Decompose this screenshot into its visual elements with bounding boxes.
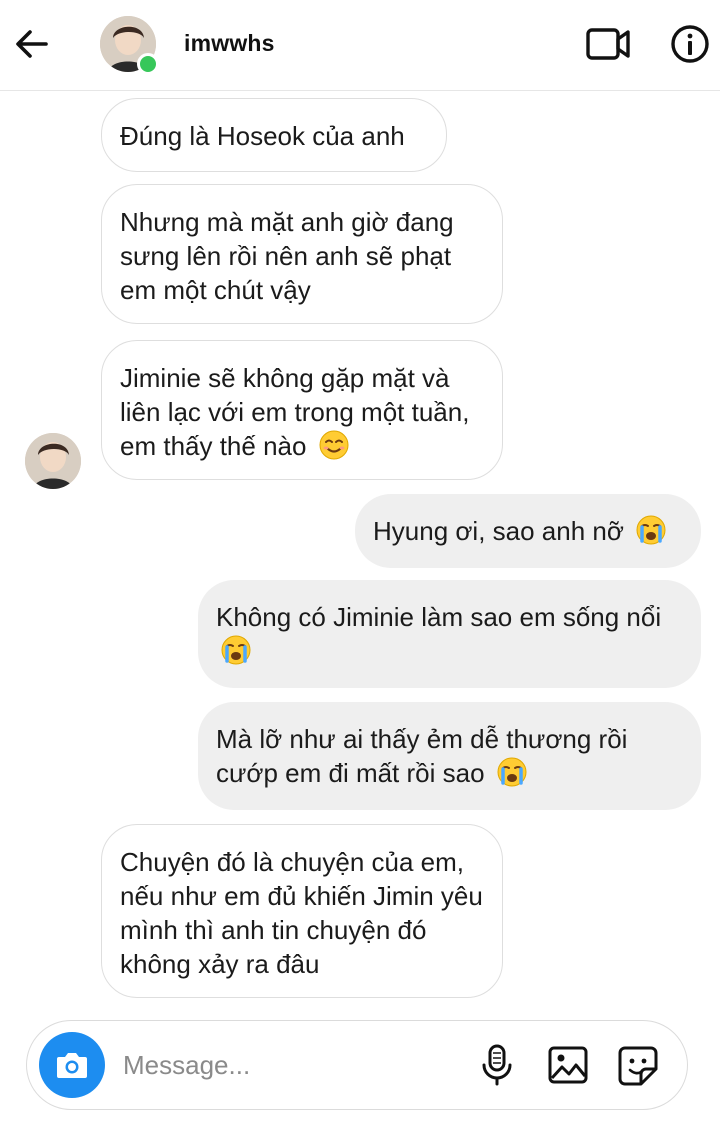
info-icon — [671, 25, 709, 63]
info-button[interactable] — [668, 22, 712, 66]
contact-avatar[interactable] — [100, 16, 159, 75]
message-bubble-incoming[interactable]: Jiminie sẽ không gặp mặt và liên lạc với… — [101, 340, 503, 480]
message-text: Nhưng mà mặt anh giờ đang sưng lên rồi n… — [120, 207, 454, 305]
message-composer — [26, 1020, 688, 1110]
video-call-button[interactable] — [584, 22, 634, 66]
sticker-icon — [618, 1046, 658, 1086]
message-bubble-incoming[interactable]: Nhưng mà mặt anh giờ đang sưng lên rồi n… — [101, 184, 503, 324]
online-status-dot — [137, 53, 159, 75]
back-button[interactable] — [10, 22, 54, 66]
message-text: Không có Jiminie làm sao em sống nổi — [216, 602, 662, 632]
message-bubble-outgoing[interactable]: Không có Jiminie làm sao em sống nổi — [198, 580, 701, 688]
microphone-icon — [482, 1044, 512, 1086]
contact-username[interactable]: imwwhs — [184, 30, 275, 57]
gallery-icon — [548, 1046, 588, 1084]
message-text: Đúng là Hoseok của anh — [120, 121, 405, 151]
sender-avatar[interactable] — [25, 433, 81, 489]
message-bubble-incoming[interactable]: Đúng là Hoseok của anh — [101, 98, 447, 172]
voice-message-button[interactable] — [479, 1043, 515, 1087]
smiling-face-emoji — [319, 430, 349, 460]
message-text: Mà lỡ như ai thấy ẻm dễ thương rồi cướp … — [216, 724, 628, 788]
gallery-button[interactable] — [547, 1045, 589, 1085]
message-bubble-outgoing[interactable]: Mà lỡ như ai thấy ẻm dễ thương rồi cướp … — [198, 702, 701, 810]
sticker-button[interactable] — [617, 1045, 659, 1087]
message-bubble-incoming[interactable]: Chuyện đó là chuyện của em, nếu như em đ… — [101, 824, 503, 998]
camera-button[interactable] — [39, 1032, 105, 1098]
crying-face-emoji — [497, 757, 527, 787]
message-bubble-outgoing[interactable]: Hyung ơi, sao anh nỡ — [355, 494, 701, 568]
message-text: Jiminie sẽ không gặp mặt và liên lạc với… — [120, 363, 470, 461]
camera-icon — [57, 1053, 87, 1078]
message-thread[interactable]: Đúng là Hoseok của anh Nhưng mà mặt anh … — [0, 90, 720, 1010]
crying-face-emoji — [221, 635, 251, 665]
back-arrow-icon — [16, 30, 48, 58]
message-text: Chuyện đó là chuyện của em, nếu như em đ… — [120, 847, 483, 979]
chat-header: imwwhs — [0, 0, 720, 91]
video-call-icon — [586, 28, 630, 60]
crying-face-emoji — [636, 515, 666, 545]
message-text: Hyung ơi, sao anh nỡ — [373, 516, 624, 546]
message-input[interactable] — [123, 1043, 453, 1087]
